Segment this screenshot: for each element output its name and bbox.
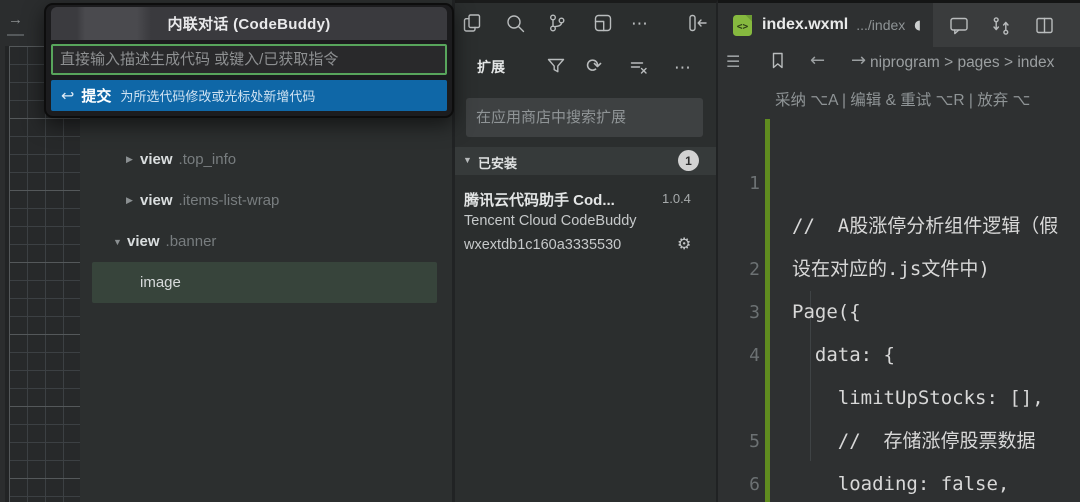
- source-control-icon[interactable]: [546, 12, 568, 34]
- gear-icon[interactable]: ⚙: [677, 234, 691, 253]
- refresh-icon[interactable]: ⟳: [586, 55, 603, 77]
- tab-path-hint: .../index: [856, 17, 906, 33]
- submit-button[interactable]: ↩ 提交 为所选代码修改或光标处新增代码: [51, 80, 447, 111]
- bookmark-icon[interactable]: [768, 50, 787, 71]
- split-editor-icon[interactable]: [1034, 15, 1055, 36]
- tab-index-wxml[interactable]: <> index.wxml .../index ◖: [718, 3, 933, 47]
- code-line[interactable]: 2 Page({: [718, 205, 1080, 323]
- files-icon[interactable]: [461, 12, 483, 34]
- tree-item-image-selected[interactable]: image: [92, 262, 437, 303]
- tree-item-class: .items-list-wrap: [178, 192, 280, 209]
- inline-chat-dialog: 内联对话 (CodeBuddy) ↩ 提交 为所选代码修改或光标处新增代码: [44, 3, 454, 118]
- submit-hint: 为所选代码修改或光标处新增代码: [120, 89, 316, 104]
- chevron-down-icon[interactable]: ▼: [113, 237, 127, 247]
- extensions-panel-title: 扩展: [477, 59, 505, 75]
- more-actions-icon[interactable]: ⋯: [631, 14, 649, 34]
- modified-indicator-icon[interactable]: ◖: [914, 18, 921, 33]
- extension-id: wxextdb1c160a3335530: [464, 237, 622, 253]
- codelens-actions[interactable]: 采纳 ⌥A | 编辑 & 重试 ⌥R | 放弃 ⌥: [775, 88, 1030, 110]
- submit-label: 提交: [81, 88, 112, 105]
- filter-icon[interactable]: [545, 55, 567, 77]
- forward-arrow-icon[interactable]: →: [851, 50, 866, 71]
- wxml-file-icon: <>: [733, 14, 752, 36]
- code-line[interactable]: // 存储涨停股票数据: [718, 334, 1080, 452]
- tree-item-tag: image: [140, 274, 181, 291]
- inline-chat-input[interactable]: [51, 44, 447, 75]
- code-line[interactable]: 7 },: [718, 463, 1080, 502]
- extension-search-input[interactable]: [466, 98, 703, 137]
- tree-item-class: .top_info: [178, 151, 237, 168]
- tree-item-view-top-info[interactable]: ▶ view .top_info: [126, 139, 236, 180]
- code-line[interactable]: 3 data: {: [718, 248, 1080, 366]
- chat-icon[interactable]: [948, 15, 970, 36]
- tree-item-tag: view: [140, 151, 173, 168]
- tree-item-tag: view: [127, 233, 160, 250]
- chevron-down-icon[interactable]: ▼: [463, 155, 472, 165]
- tree-item-view-items-list-wrap[interactable]: ▶ view .items-list-wrap: [126, 180, 279, 221]
- extension-version: 1.0.4: [662, 191, 691, 206]
- code-line[interactable]: 1 // A股涨停分析组件逻辑（假: [718, 119, 1080, 237]
- app-window: → ▶ view .top_info ▶ view .items-list-wr…: [0, 0, 1080, 502]
- tree-item-tag: view: [140, 192, 173, 209]
- return-arrow-icon: ↩: [61, 86, 75, 105]
- installed-section-header[interactable]: ▼ 已安装 1: [455, 147, 716, 175]
- outline-list-icon[interactable]: ☰: [726, 52, 740, 71]
- breadcrumb-bar: ☰ ← → niprogram > pages > index: [718, 47, 1080, 78]
- code-line[interactable]: 设在对应的.js文件中): [718, 162, 1080, 280]
- editor-panel: <> index.wxml .../index ◖ ☰ ← → niprogra…: [718, 0, 1080, 502]
- chevron-right-icon[interactable]: ▶: [126, 154, 140, 165]
- extension-name[interactable]: 腾讯云代码助手 Cod...: [464, 189, 615, 210]
- extensions-panel: ⋯ 扩展 ⟳ ⋯ ▼ 已安装 1 腾讯云代码助手 Cod... 1.0.4 Te…: [455, 0, 718, 502]
- tree-item-class: .banner: [165, 233, 217, 250]
- tab-filename: index.wxml: [762, 16, 849, 33]
- extension-publisher: Tencent Cloud CodeBuddy: [464, 213, 637, 229]
- installed-label: 已安装: [478, 156, 518, 171]
- clear-extension-filter-icon[interactable]: [628, 56, 650, 78]
- breadcrumb-path[interactable]: niprogram > pages > index: [870, 54, 1054, 72]
- code-line[interactable]: 6 error: null: [718, 420, 1080, 495]
- search-icon[interactable]: [504, 12, 527, 35]
- compare-changes-icon[interactable]: [990, 15, 1012, 37]
- code-line[interactable]: 4 limitUpStocks: [],: [718, 291, 1080, 409]
- tree-item-view-banner[interactable]: ▼ view .banner: [113, 221, 216, 262]
- collapse-sidebar-icon[interactable]: [687, 12, 709, 34]
- toolbar-divider: [7, 34, 24, 36]
- forward-arrow-icon[interactable]: →: [8, 11, 23, 28]
- back-arrow-icon[interactable]: ←: [810, 50, 825, 71]
- more-views-icon[interactable]: ⋯: [674, 58, 692, 78]
- installed-count-badge: 1: [678, 150, 699, 171]
- svg-text:<>: <>: [737, 21, 749, 32]
- dialog-title[interactable]: 内联对话 (CodeBuddy): [51, 7, 447, 40]
- extensions-icon[interactable]: [592, 12, 614, 34]
- chevron-right-icon[interactable]: ▶: [126, 195, 140, 206]
- code-line[interactable]: 5 loading: false,: [718, 377, 1080, 495]
